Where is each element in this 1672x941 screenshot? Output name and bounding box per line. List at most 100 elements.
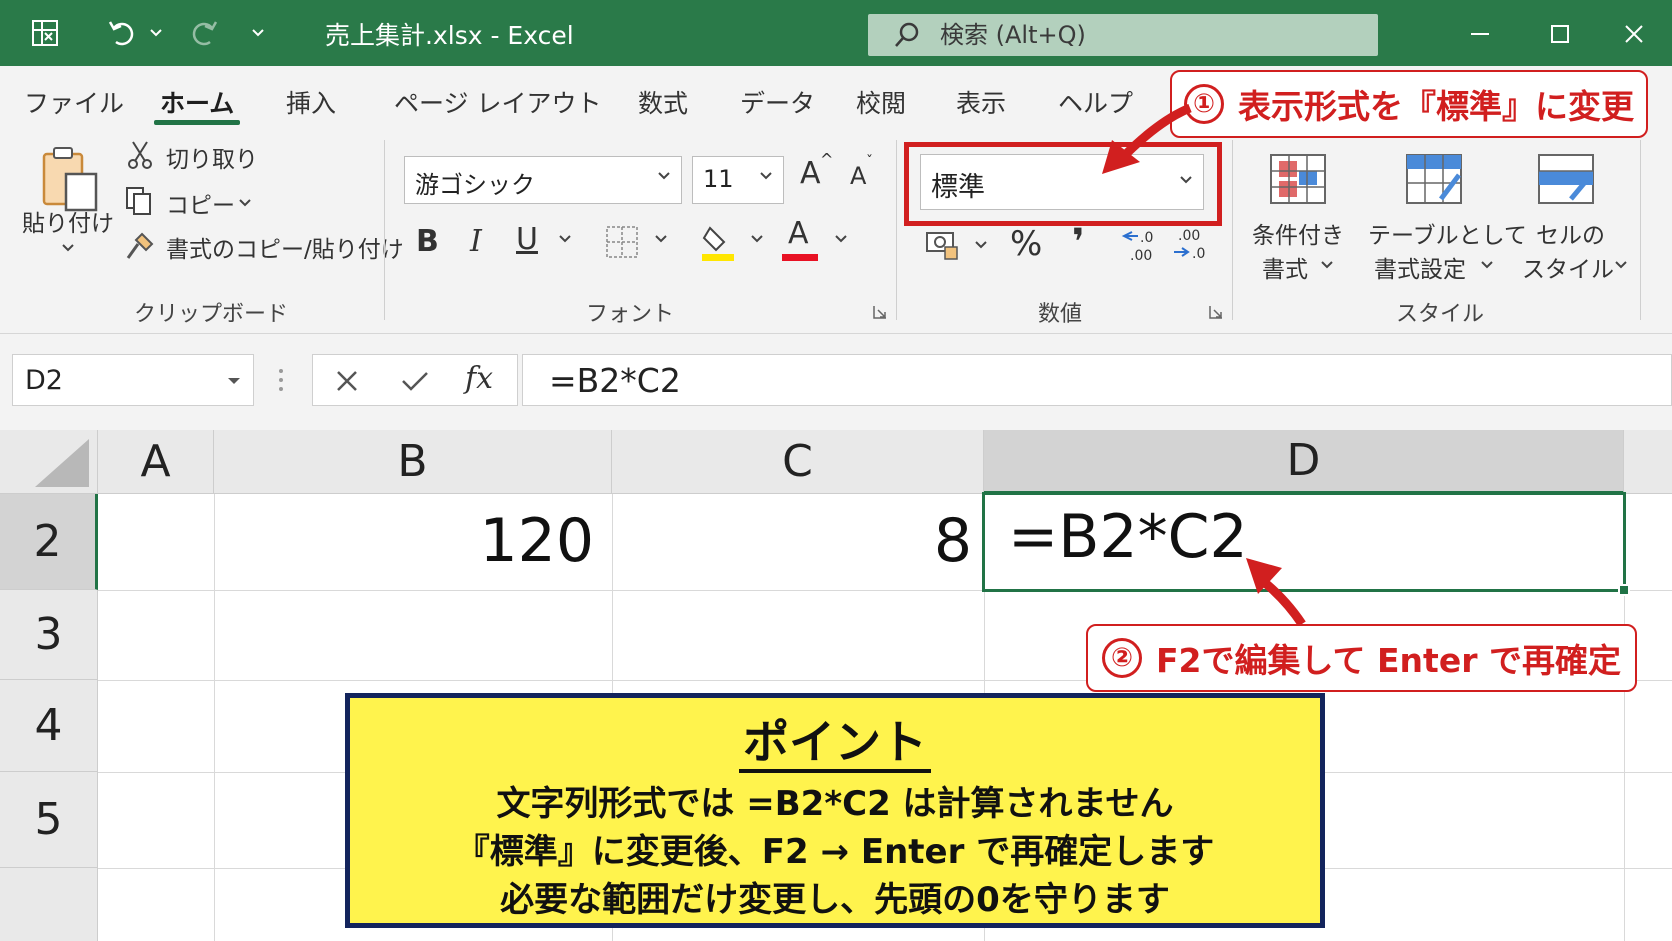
row-header-5[interactable]: 5	[0, 772, 98, 868]
redo-icon[interactable]	[190, 18, 220, 48]
format-as-table-label2[interactable]: 書式設定	[1374, 250, 1466, 284]
copy-dropdown-icon[interactable]	[236, 196, 254, 210]
conditional-formatting-label2[interactable]: 書式	[1262, 250, 1308, 284]
cancel-icon[interactable]	[335, 369, 359, 393]
accounting-format-icon[interactable]	[922, 228, 962, 262]
conditional-dropdown-icon[interactable]	[1318, 258, 1336, 272]
cell-d2[interactable]: =B2*C2	[1008, 502, 1248, 572]
cell-styles-label2[interactable]: スタイル	[1522, 250, 1614, 284]
column-header-c[interactable]: C	[612, 430, 984, 494]
title-bar: 売上集計.xlsx - Excel	[0, 0, 1672, 66]
undo-icon[interactable]	[106, 18, 136, 48]
search-box[interactable]	[868, 14, 1378, 56]
fill-handle[interactable]	[1618, 584, 1630, 596]
conditional-formatting-icon[interactable]	[1268, 152, 1328, 206]
shrink-font-button[interactable]: A	[850, 162, 866, 190]
italic-button[interactable]: I	[470, 224, 482, 259]
search-input[interactable]	[940, 18, 1360, 52]
tab-view[interactable]: 表示	[956, 84, 1006, 120]
svg-text:.00: .00	[1178, 228, 1200, 244]
resize-handle-icon[interactable]	[278, 366, 284, 394]
tab-page-layout[interactable]: ページ レイアウト	[394, 84, 601, 120]
excel-icon[interactable]	[30, 18, 60, 48]
format-as-table-icon[interactable]	[1404, 152, 1464, 206]
row-header-2[interactable]: 2	[0, 494, 98, 590]
format-painter-icon	[124, 230, 156, 262]
svg-text:.0: .0	[1140, 230, 1153, 246]
point-line-2: 『標準』に変更後、F2 → Enter で再確定します	[455, 832, 1215, 872]
fill-color-icon[interactable]	[698, 220, 738, 264]
bold-button[interactable]: B	[416, 224, 439, 259]
column-header-d[interactable]: D	[984, 430, 1624, 494]
font-color-bar	[782, 254, 818, 261]
format-as-table-dropdown-icon[interactable]	[1478, 258, 1496, 272]
select-all-corner[interactable]	[0, 430, 98, 494]
insert-function-button[interactable]: fx	[465, 361, 493, 396]
tab-review[interactable]: 校閲	[856, 84, 906, 120]
row-header-3[interactable]: 3	[0, 590, 98, 680]
number-dialog-launcher-icon[interactable]	[1208, 304, 1224, 320]
tab-file[interactable]: ファイル	[24, 84, 124, 120]
arrow-icon	[1246, 558, 1306, 627]
formula-input[interactable]: =B2*C2	[522, 354, 1672, 406]
underline-button[interactable]: U	[516, 222, 538, 257]
tab-insert[interactable]: 挿入	[286, 84, 336, 120]
copy-button[interactable]: コピー	[166, 186, 235, 220]
group-separator	[896, 140, 897, 320]
tab-data[interactable]: データ	[740, 84, 815, 120]
point-title-text: ポイント	[739, 715, 931, 773]
enter-check-icon[interactable]	[401, 369, 429, 393]
decrease-decimal-icon[interactable]: .00.0	[1170, 224, 1210, 264]
font-dialog-launcher-icon[interactable]	[872, 304, 888, 320]
paste-button[interactable]: 貼り付け	[22, 204, 114, 238]
increase-decimal-icon[interactable]: .00.0	[1120, 224, 1160, 264]
group-label-font: フォント	[586, 302, 675, 327]
search-icon	[895, 22, 919, 47]
cell-b2[interactable]: 120	[479, 506, 594, 576]
callout-text: F2で編集して Enter で再確定	[1156, 641, 1621, 680]
minimize-icon[interactable]	[1460, 14, 1500, 54]
font-color-dropdown-icon[interactable]	[832, 232, 850, 246]
borders-icon[interactable]	[604, 224, 640, 260]
tab-formulas[interactable]: 数式	[638, 84, 688, 120]
maximize-icon[interactable]	[1540, 14, 1580, 54]
percent-style-button[interactable]: %	[1010, 224, 1042, 264]
customize-icon[interactable]	[250, 18, 266, 48]
tab-home[interactable]: ホーム	[160, 84, 234, 120]
formula-text: =B2*C2	[549, 361, 681, 400]
cell-styles-icon[interactable]	[1536, 152, 1596, 206]
cut-button[interactable]: 切り取り	[166, 140, 258, 174]
ribbon: 貼り付け 切り取り コピー 書式のコピー/貼り付け クリップボード 游ゴシック …	[0, 132, 1672, 334]
column-header-e[interactable]	[1624, 430, 1672, 494]
cell-c2[interactable]: 8	[934, 506, 972, 576]
font-name-select[interactable]: 游ゴシック	[404, 156, 682, 204]
callout-change-format: ① 表示形式を『標準』に変更	[1170, 70, 1648, 138]
chevron-down-icon	[228, 378, 240, 384]
conditional-formatting-label[interactable]: 条件付き	[1252, 216, 1344, 250]
paste-dropdown-icon[interactable]	[58, 240, 78, 256]
grow-font-button[interactable]: A	[800, 156, 821, 191]
font-size-select[interactable]: 11	[692, 156, 784, 204]
accounting-dropdown-icon[interactable]	[972, 238, 990, 252]
formula-controls: fx	[312, 354, 518, 406]
row-header-6[interactable]	[0, 868, 98, 941]
underline-dropdown-icon[interactable]	[556, 232, 574, 246]
close-icon[interactable]	[1614, 14, 1654, 54]
borders-dropdown-icon[interactable]	[652, 232, 670, 246]
comma-style-button[interactable]: ❜	[1072, 222, 1084, 263]
font-color-button[interactable]: A	[788, 216, 809, 251]
cell-styles-label[interactable]: セルの	[1536, 216, 1605, 250]
format-painter-button[interactable]: 書式のコピー/貼り付け	[166, 230, 404, 264]
cell-styles-dropdown-icon[interactable]	[1612, 258, 1630, 272]
arrow-icon	[1102, 103, 1192, 174]
font-size-value: 11	[703, 165, 734, 193]
format-as-table-label[interactable]: テーブルとして	[1368, 216, 1527, 250]
name-box[interactable]: D2	[12, 354, 254, 406]
column-header-b[interactable]: B	[214, 430, 612, 494]
row-header-4[interactable]: 4	[0, 680, 98, 772]
grid-line	[214, 494, 215, 941]
undo-dropdown-icon[interactable]	[148, 18, 164, 48]
column-header-a[interactable]: A	[98, 430, 214, 494]
fill-color-dropdown-icon[interactable]	[748, 232, 766, 246]
name-box-value: D2	[25, 365, 63, 396]
